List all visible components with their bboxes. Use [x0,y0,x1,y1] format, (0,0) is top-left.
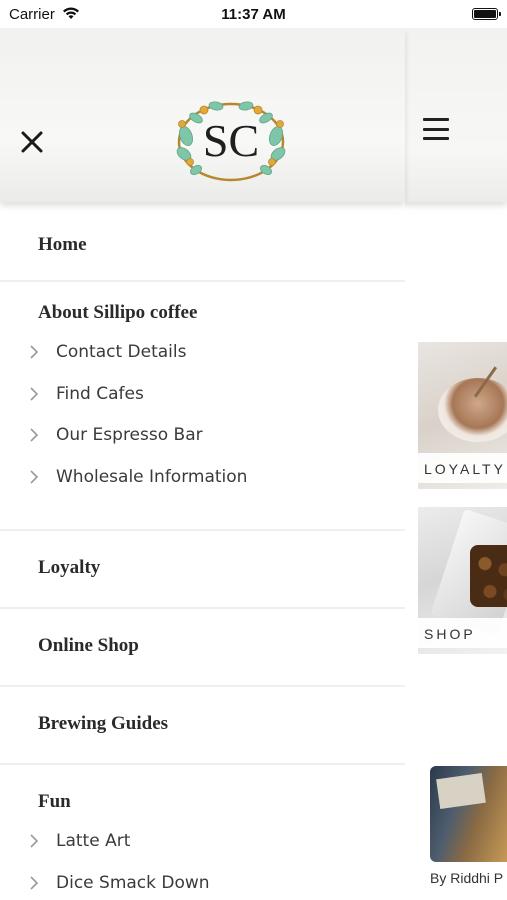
menu-item-loyalty[interactable]: Loyalty [0,531,405,579]
chevron-right-icon [30,875,39,890]
submenu-item-espresso-bar[interactable]: Our Espresso Bar [0,421,405,463]
loyalty-tile[interactable]: LOYALTY [418,342,507,489]
submenu-item-wholesale[interactable]: Wholesale Information [0,463,405,505]
shop-tile[interactable]: SHOP [418,507,507,654]
chevron-right-icon [30,428,39,442]
coffee-cup-image [438,378,507,442]
menu-section-loyalty: Loyalty [0,531,405,609]
menu-item-fun[interactable]: Fun [0,765,405,827]
shop-tile-label: SHOP [418,618,507,648]
submenu-item-dice-smack-down[interactable]: Dice Smack Down [0,869,405,900]
loyalty-tile-label: LOYALTY [418,453,507,483]
chevron-right-icon [30,834,39,848]
app-screen: LOYALTY SHOP By Riddhi P Carrier 11:37 A… [0,0,507,900]
page-header [405,28,507,202]
submenu-item-latte-art[interactable]: Latte Art [0,827,405,869]
clock: 11:37 AM [221,6,286,23]
menu-item-home[interactable]: Home [0,202,405,256]
battery-icon [472,8,501,20]
article-thumbnail[interactable] [430,766,507,862]
hamburger-menu-icon[interactable] [423,118,449,140]
article-byline: By Riddhi P [430,870,504,886]
menu-item-online-shop[interactable]: Online Shop [0,609,405,657]
menu-section-fun: Fun Latte Art Dice Smack Down [0,765,405,900]
chevron-right-icon [30,469,39,484]
menu-section-home: Home [0,202,405,282]
logo-monogram: SC [203,115,259,166]
menu-item-about[interactable]: About Sillipo coffee [0,282,405,338]
menu-section-shop: Online Shop [0,609,405,687]
chevron-right-icon [30,345,39,359]
drawer-menu: Home About Sillipo coffee Contact Detail… [0,202,405,900]
status-bar: Carrier 11:37 AM [0,0,507,28]
menu-item-brewing-guides[interactable]: Brewing Guides [0,687,405,735]
submenu-item-find-cafes[interactable]: Find Cafes [0,380,405,422]
menu-section-brewing: Brewing Guides [0,687,405,765]
chevron-right-icon [30,386,39,401]
close-icon[interactable] [18,128,46,156]
navigation-drawer: SC Home About Sillipo coffee Contact Det… [0,0,405,900]
submenu-item-contact-details[interactable]: Contact Details [0,338,405,380]
menu-section-about: About Sillipo coffee Contact Details Fin… [0,282,405,531]
sillipo-logo: SC [176,101,286,182]
